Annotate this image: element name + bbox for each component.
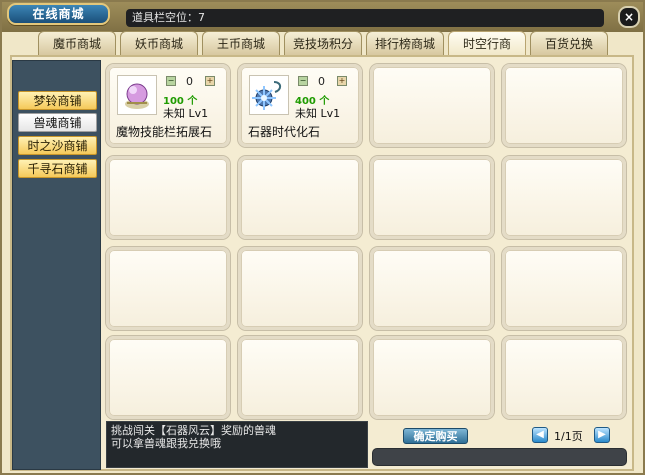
quantity-value: 0 [186, 75, 193, 88]
empty-item-slot [502, 64, 626, 147]
tab-goods-exchange[interactable]: 百货兑换 [530, 31, 608, 55]
empty-item-slot [370, 156, 494, 239]
spiked-flail-icon [249, 75, 289, 115]
next-page-icon[interactable]: ▶ [594, 427, 610, 443]
sidebar-item-shizhisha[interactable]: 时之沙商铺 [18, 136, 97, 155]
inventory-slots-status: 道具栏空位：7 [126, 9, 604, 27]
empty-item-slot [106, 156, 230, 239]
empty-item-slot [238, 156, 362, 239]
sidebar-item-mengling[interactable]: 梦铃商铺 [18, 91, 97, 110]
confirm-purchase-button[interactable]: 确定购买 [403, 428, 468, 444]
magic-orb-stone-icon [117, 75, 157, 115]
npc-message-box: 挑战闯关【石器风云】奖励的兽魂 可以拿兽魂跟我兑换哦 [106, 421, 368, 468]
item-status-level: 未知 Lv1 [295, 107, 341, 120]
tab-wangbi-shop[interactable]: 王币商城 [202, 31, 280, 55]
close-button[interactable]: × [618, 6, 640, 28]
tab-timespace-merchant[interactable]: 时空行商 [448, 31, 526, 55]
tab-arena-points[interactable]: 竞技场积分 [284, 31, 362, 55]
window-title: 在线商城 [7, 3, 110, 29]
sidebar: 梦铃商铺 兽魂商铺 时之沙商铺 千寻石商铺 [12, 60, 101, 470]
decrease-quantity-button[interactable]: − [166, 76, 176, 86]
tab-yaobi-shop[interactable]: 妖币商城 [120, 31, 198, 55]
bottom-status-bar [372, 448, 627, 466]
message-line-2: 可以拿兽魂跟我兑换哦 [111, 437, 221, 450]
item-grid: − 0 + 100 个 未知 Lv1 魔物技能栏拓展石 − 0 + 400 个 … [106, 64, 628, 419]
shop-tabs: 魔币商城 妖币商城 王币商城 竞技场积分 排行榜商城 时空行商 百货兑换 [38, 31, 610, 55]
empty-item-slot [502, 156, 626, 239]
empty-item-slot [238, 247, 362, 330]
empty-item-slot [502, 247, 626, 330]
prev-page-icon[interactable]: ◀ [532, 427, 548, 443]
empty-item-slot [106, 336, 230, 419]
item-slot[interactable]: − 0 + 100 个 未知 Lv1 魔物技能栏拓展石 [106, 64, 230, 147]
item-status-level: 未知 Lv1 [163, 107, 209, 120]
item-name: 石器时代化石 [248, 125, 321, 139]
increase-quantity-button[interactable]: + [205, 76, 215, 86]
tab-ranking-shop[interactable]: 排行榜商城 [366, 31, 444, 55]
empty-item-slot [370, 336, 494, 419]
shop-window: 在线商城 道具栏空位：7 × 魔币商城 妖币商城 王币商城 竞技场积分 排行榜商… [0, 0, 645, 475]
quantity-value: 0 [318, 75, 325, 88]
sidebar-item-shouhun[interactable]: 兽魂商铺 [18, 113, 97, 132]
empty-item-slot [502, 336, 626, 419]
top-bar: 在线商城 道具栏空位：7 × [2, 2, 643, 32]
empty-item-slot [238, 336, 362, 419]
empty-item-slot [106, 247, 230, 330]
empty-item-slot [370, 247, 494, 330]
page-indicator: 1/1页 [554, 430, 583, 443]
sidebar-item-qianxunshi[interactable]: 千寻石商铺 [18, 159, 97, 178]
increase-quantity-button[interactable]: + [337, 76, 347, 86]
decrease-quantity-button[interactable]: − [298, 76, 308, 86]
tab-mobi-shop[interactable]: 魔币商城 [38, 31, 116, 55]
empty-item-slot [370, 64, 494, 147]
item-slot[interactable]: − 0 + 400 个 未知 Lv1 石器时代化石 [238, 64, 362, 147]
item-name: 魔物技能栏拓展石 [116, 125, 213, 139]
message-line-1: 挑战闯关【石器风云】奖励的兽魂 [111, 424, 276, 437]
